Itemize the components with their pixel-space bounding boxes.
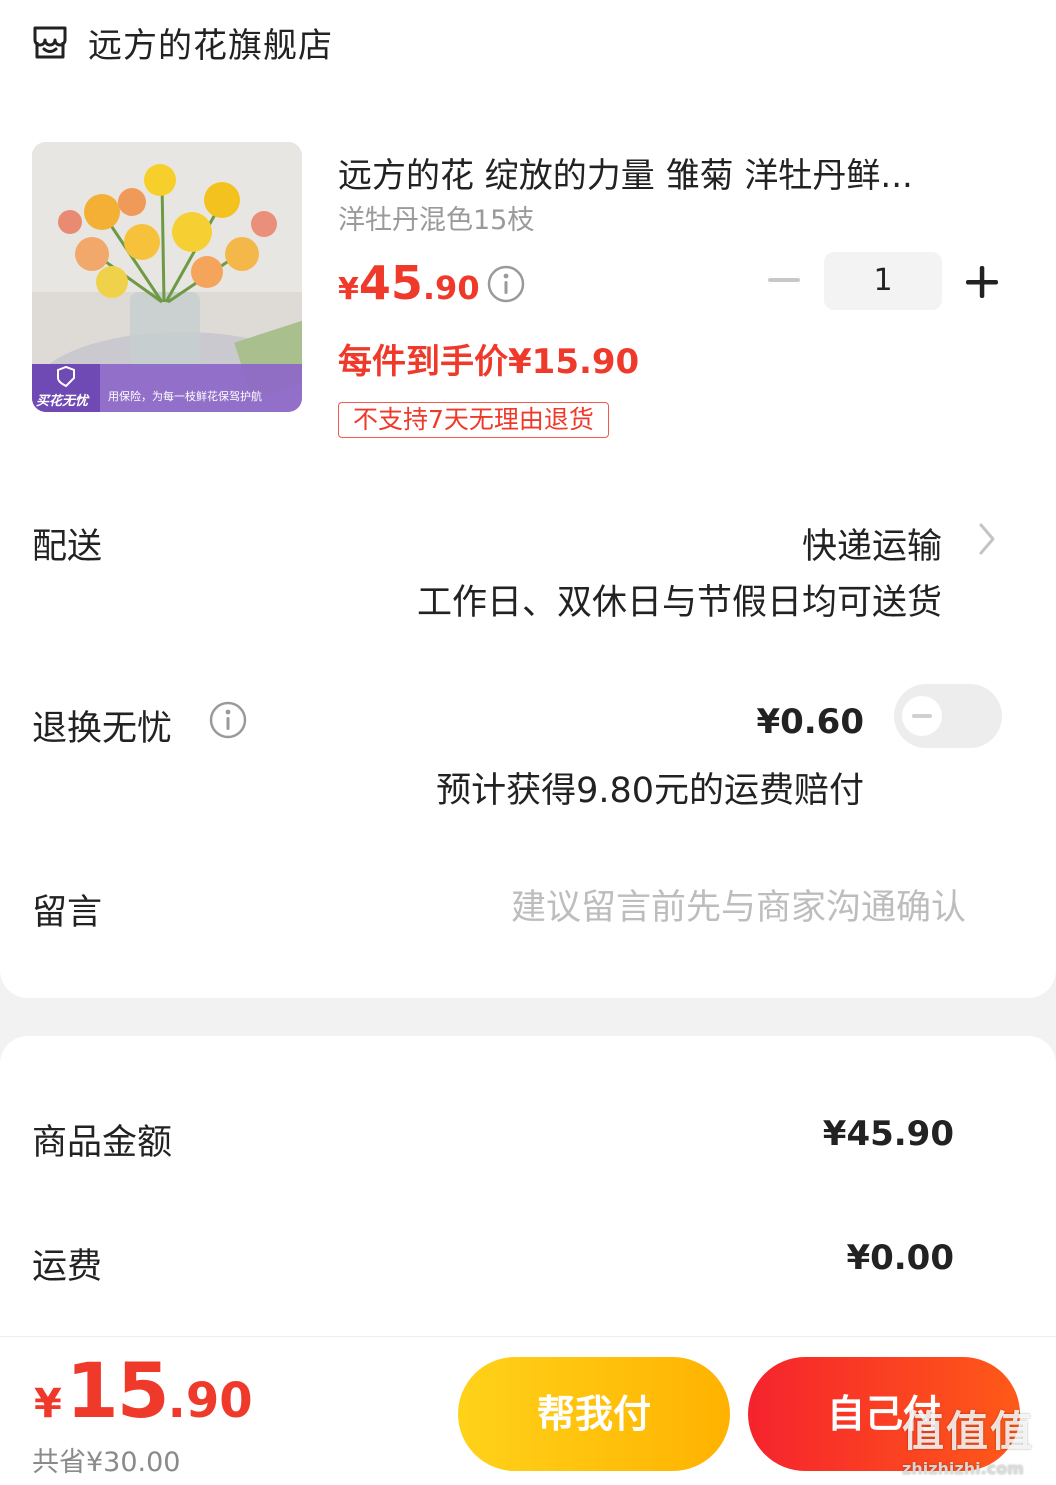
total-integer: 15	[65, 1346, 170, 1435]
product-image[interactable]: 买花无忧 用保险，为每一枝鲜花保驾护航	[32, 142, 302, 412]
toggle-knob	[902, 696, 942, 736]
quantity-increase-button[interactable]	[962, 262, 1002, 302]
store-icon	[33, 26, 67, 59]
image-badge: 买花无忧	[36, 394, 89, 409]
delivery-label: 配送	[32, 527, 103, 567]
store-name: 远方的花旗舰店	[88, 25, 333, 66]
product-title[interactable]: 远方的花 绽放的力量 雏菊 洋牡丹鲜...	[338, 148, 988, 197]
info-icon[interactable]	[208, 700, 248, 740]
chevron-right-icon[interactable]	[976, 520, 998, 558]
total-price: ¥ 15 .90	[34, 1346, 253, 1435]
product-price: ¥ 45 .90	[338, 256, 480, 310]
price-integer: 45	[358, 256, 423, 310]
saved-amount: 共省¥30.00	[32, 1447, 181, 1478]
delivery-note: 工作日、双休日与节假日均可送货	[416, 583, 942, 623]
minus-icon	[768, 278, 800, 282]
shipping-fee-label: 运费	[32, 1247, 103, 1287]
price-info-icon[interactable]	[486, 264, 526, 304]
shipping-fee-value: ¥0.00	[846, 1238, 954, 1278]
price-currency: ¥	[338, 272, 359, 307]
goods-amount-value: ¥45.90	[822, 1114, 954, 1154]
product-spec[interactable]: 洋牡丹混色15枝	[338, 198, 534, 237]
quantity-field[interactable]: 1	[824, 252, 942, 310]
message-label: 留言	[32, 893, 103, 933]
help-pay-button[interactable]: 帮我付	[458, 1357, 730, 1471]
watermark-logo: 值值值	[902, 1407, 1035, 1456]
minus-icon	[912, 714, 932, 718]
image-banner: 用保险，为每一枝鲜花保驾护航	[108, 390, 262, 403]
delivery-method[interactable]: 快递运输	[802, 518, 942, 569]
goods-amount-label: 商品金额	[32, 1123, 173, 1163]
deal-price: 每件到手价¥15.90	[338, 342, 640, 382]
watermark-url: zhizhizhi.com	[902, 1459, 1024, 1478]
watermark: 值值值 zhizhizhi.com	[902, 1398, 1034, 1478]
insurance-toggle[interactable]	[894, 684, 1002, 748]
insurance-note: 预计获得9.80元的运费赔付	[436, 771, 864, 811]
price-decimal: .90	[422, 269, 480, 307]
total-currency: ¥	[34, 1381, 62, 1427]
flower-photo	[32, 142, 302, 412]
no-return-tag: 不支持7天无理由退货	[338, 402, 609, 438]
store-header[interactable]: 远方的花旗舰店	[30, 14, 333, 70]
insurance-label: 退换无忧	[32, 709, 173, 749]
insurance-price: ¥0.60	[756, 702, 864, 742]
total-decimal: .90	[167, 1373, 253, 1429]
message-input[interactable]	[380, 880, 966, 936]
quantity-decrease-button[interactable]	[766, 262, 802, 298]
summary-card	[0, 1036, 1056, 1356]
